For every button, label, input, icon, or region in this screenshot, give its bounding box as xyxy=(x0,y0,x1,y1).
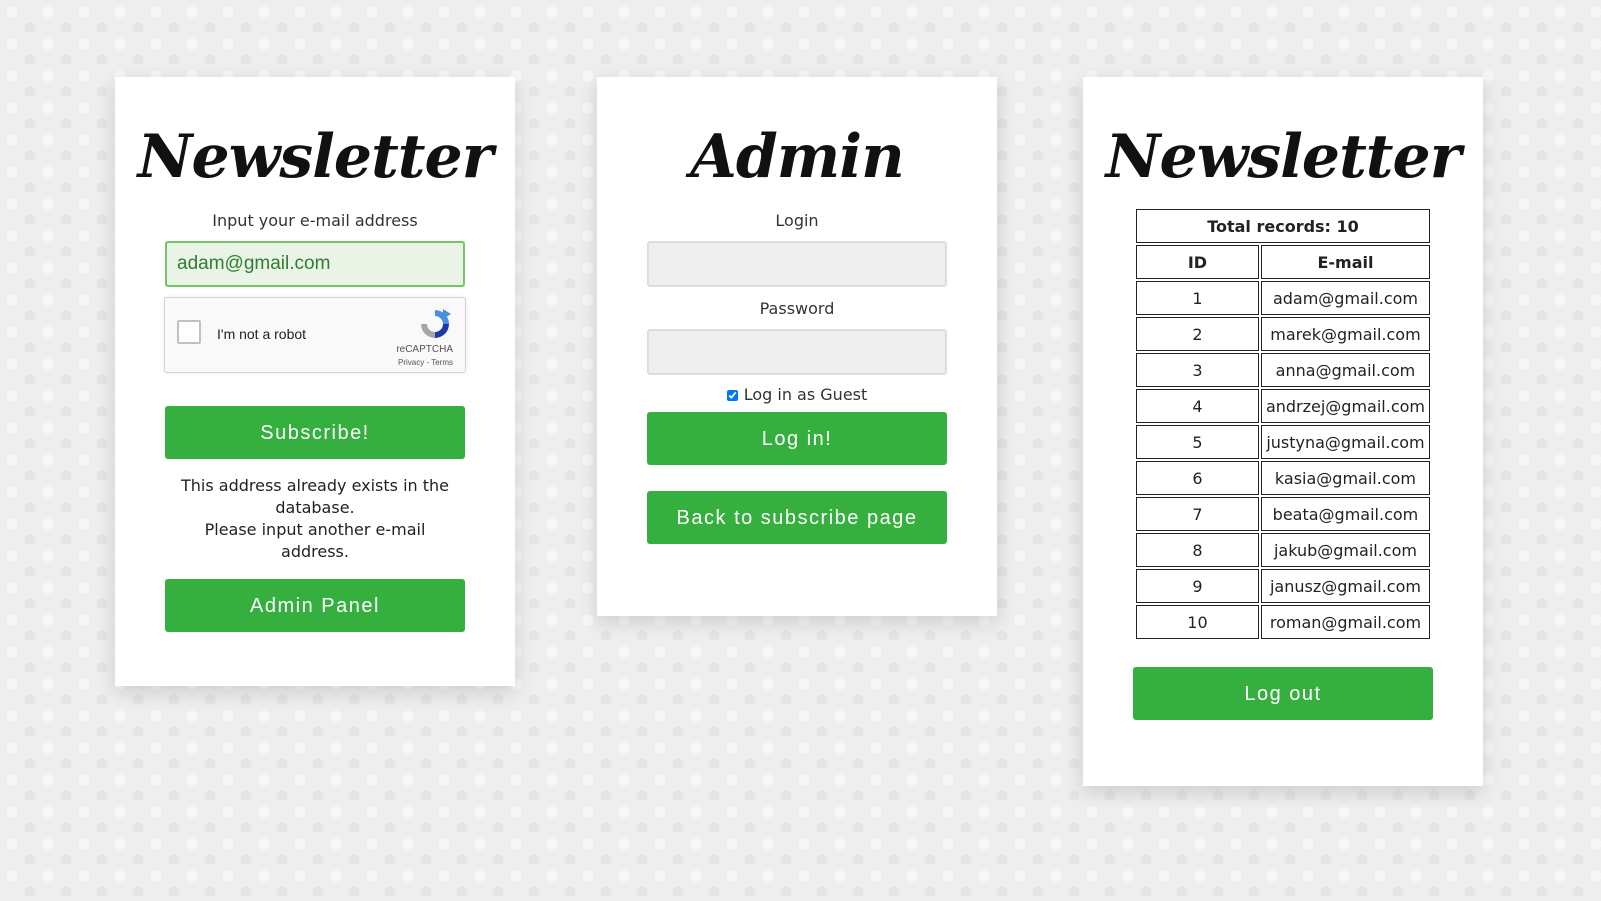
total-records-header: Total records: 10 xyxy=(1136,209,1430,243)
row-id: 1 xyxy=(1136,281,1259,315)
table-row: 4 andrzej@gmail.com xyxy=(1136,389,1430,423)
row-email: marek@gmail.com xyxy=(1260,317,1430,351)
id-column-header: ID xyxy=(1136,245,1259,279)
table-row: 9 janusz@gmail.com xyxy=(1136,569,1430,603)
table-row: 5 justyna@gmail.com xyxy=(1136,425,1430,459)
row-email: anna@gmail.com xyxy=(1260,353,1430,387)
row-id: 5 xyxy=(1136,425,1259,459)
row-email: roman@gmail.com xyxy=(1260,605,1430,639)
login-button[interactable]: Log in! xyxy=(647,412,947,465)
email-column-header: E-mail xyxy=(1260,245,1430,279)
password-field[interactable] xyxy=(647,329,947,375)
row-id: 7 xyxy=(1136,497,1259,531)
message-line-1: This address already exists in the datab… xyxy=(181,476,449,517)
row-id: 10 xyxy=(1136,605,1259,639)
row-email: janusz@gmail.com xyxy=(1260,569,1430,603)
email-prompt-label: Input your e-mail address xyxy=(212,211,418,230)
table-row: 2 marek@gmail.com xyxy=(1136,317,1430,351)
table-row: 7 beata@gmail.com xyxy=(1136,497,1430,531)
guest-checkbox[interactable] xyxy=(726,390,738,401)
guest-login-row: Log in as Guest xyxy=(597,385,997,404)
row-email: justyna@gmail.com xyxy=(1260,425,1430,459)
email-field[interactable] xyxy=(165,241,465,287)
recaptcha-logo-icon xyxy=(421,309,451,338)
row-id: 9 xyxy=(1136,569,1259,603)
recaptcha-brand: reCAPTCHA xyxy=(396,344,453,355)
subscribe-button[interactable]: Subscribe! xyxy=(165,406,465,459)
recaptcha-widget: I'm not a robot reCAPTCHA Privacy - Term… xyxy=(164,297,466,373)
page-title: Newsletter xyxy=(137,122,494,192)
row-id: 6 xyxy=(1136,461,1259,495)
row-id: 3 xyxy=(1136,353,1259,387)
recaptcha-links[interactable]: Privacy - Terms xyxy=(398,358,453,367)
table-row: 8 jakub@gmail.com xyxy=(1136,533,1430,567)
row-email: jakub@gmail.com xyxy=(1260,533,1430,567)
back-to-subscribe-button[interactable]: Back to subscribe page xyxy=(647,491,947,544)
subscribe-card: Newsletter Input your e-mail address I'm… xyxy=(115,77,515,686)
login-field[interactable] xyxy=(647,241,947,287)
duplicate-message: This address already exists in the datab… xyxy=(170,475,460,563)
row-email: andrzej@gmail.com xyxy=(1260,389,1430,423)
message-line-2: Please input another e-mail address. xyxy=(204,520,426,561)
row-email: beata@gmail.com xyxy=(1260,497,1430,531)
row-id: 2 xyxy=(1136,317,1259,351)
table-row: 10 roman@gmail.com xyxy=(1136,605,1430,639)
guest-label: Log in as Guest xyxy=(743,385,868,404)
row-email: kasia@gmail.com xyxy=(1260,461,1430,495)
records-card: Newsletter Total records: 10 ID E-mail 1… xyxy=(1083,77,1483,786)
table-row: 1 adam@gmail.com xyxy=(1136,281,1430,315)
password-label: Password xyxy=(759,299,835,318)
admin-panel-button[interactable]: Admin Panel xyxy=(165,579,465,632)
recaptcha-label: I'm not a robot xyxy=(217,326,307,342)
row-id: 4 xyxy=(1136,389,1259,423)
records-title: Newsletter xyxy=(1105,122,1462,192)
recaptcha-checkbox[interactable] xyxy=(177,320,201,344)
admin-login-card: Admin Login Password Log in as Guest Log… xyxy=(597,77,997,616)
table-row: 3 anna@gmail.com xyxy=(1136,353,1430,387)
records-table: Total records: 10 ID E-mail 1 adam@gmail.… xyxy=(1134,207,1432,641)
login-label: Login xyxy=(775,211,819,230)
row-id: 8 xyxy=(1136,533,1259,567)
table-row: 6 kasia@gmail.com xyxy=(1136,461,1430,495)
admin-title: Admin xyxy=(690,122,904,192)
logout-button[interactable]: Log out xyxy=(1133,667,1433,720)
row-email: adam@gmail.com xyxy=(1260,281,1430,315)
